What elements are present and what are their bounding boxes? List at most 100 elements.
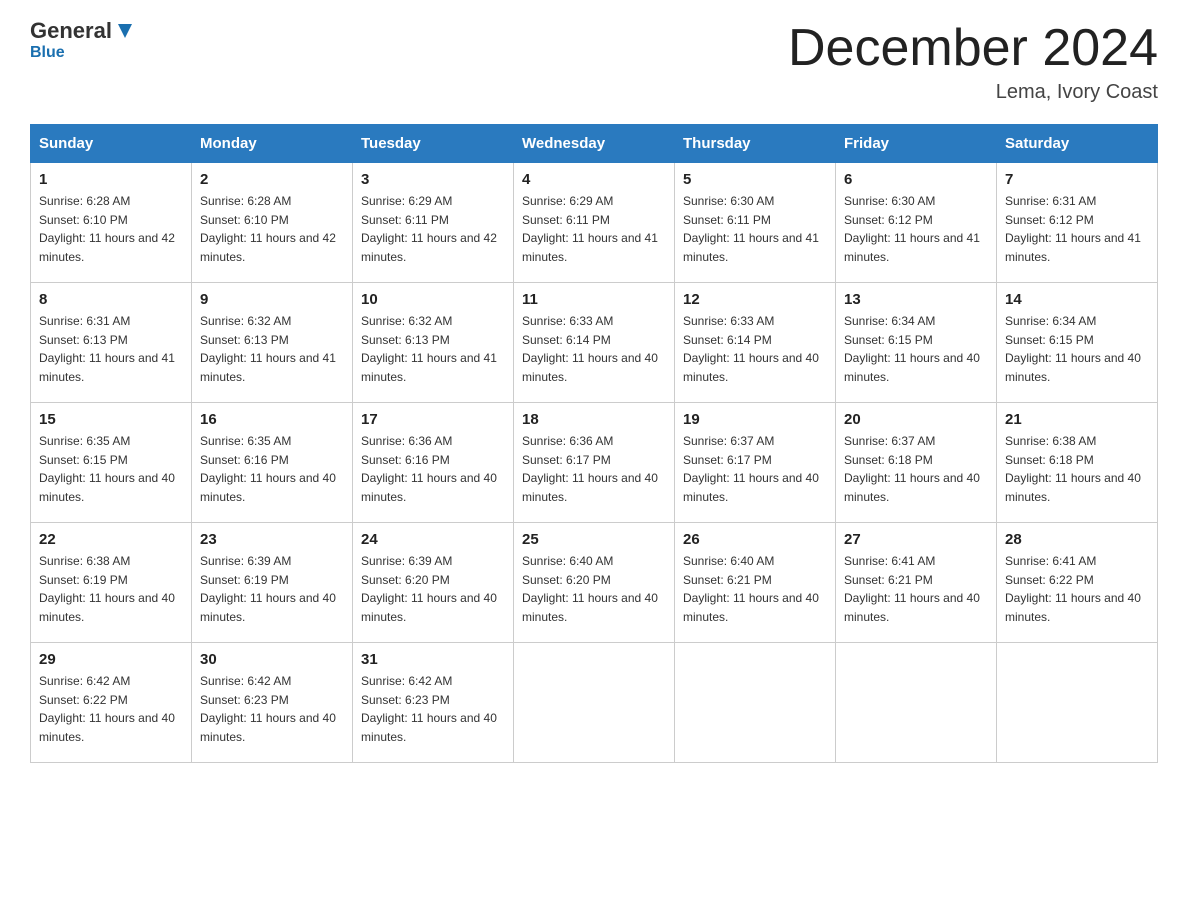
calendar-day-cell: 11 Sunrise: 6:33 AM Sunset: 6:14 PM Dayl… — [514, 283, 675, 403]
day-number: 10 — [361, 291, 505, 308]
day-number: 26 — [683, 531, 827, 548]
logo-blue: Blue — [30, 44, 65, 62]
calendar-week-row: 15 Sunrise: 6:35 AM Sunset: 6:15 PM Dayl… — [31, 403, 1158, 523]
day-info: Sunrise: 6:32 AM Sunset: 6:13 PM Dayligh… — [361, 312, 505, 386]
calendar-body: 1 Sunrise: 6:28 AM Sunset: 6:10 PM Dayli… — [31, 163, 1158, 763]
day-info: Sunrise: 6:40 AM Sunset: 6:20 PM Dayligh… — [522, 552, 666, 626]
page-header: General Blue December 2024 Lema, Ivory C… — [30, 20, 1158, 104]
day-info: Sunrise: 6:35 AM Sunset: 6:15 PM Dayligh… — [39, 432, 183, 506]
day-number: 19 — [683, 411, 827, 428]
day-number: 27 — [844, 531, 988, 548]
day-number: 24 — [361, 531, 505, 548]
calendar-day-cell: 22 Sunrise: 6:38 AM Sunset: 6:19 PM Dayl… — [31, 523, 192, 643]
calendar-week-row: 1 Sunrise: 6:28 AM Sunset: 6:10 PM Dayli… — [31, 163, 1158, 283]
day-number: 8 — [39, 291, 183, 308]
day-info: Sunrise: 6:28 AM Sunset: 6:10 PM Dayligh… — [200, 192, 344, 266]
day-info: Sunrise: 6:28 AM Sunset: 6:10 PM Dayligh… — [39, 192, 183, 266]
day-info: Sunrise: 6:42 AM Sunset: 6:23 PM Dayligh… — [200, 672, 344, 746]
day-number: 4 — [522, 171, 666, 188]
calendar-day-cell: 16 Sunrise: 6:35 AM Sunset: 6:16 PM Dayl… — [192, 403, 353, 523]
calendar-week-row: 22 Sunrise: 6:38 AM Sunset: 6:19 PM Dayl… — [31, 523, 1158, 643]
day-number: 15 — [39, 411, 183, 428]
day-number: 14 — [1005, 291, 1149, 308]
calendar-day-cell: 3 Sunrise: 6:29 AM Sunset: 6:11 PM Dayli… — [353, 163, 514, 283]
day-number: 30 — [200, 651, 344, 668]
day-info: Sunrise: 6:41 AM Sunset: 6:22 PM Dayligh… — [1005, 552, 1149, 626]
calendar-day-cell: 1 Sunrise: 6:28 AM Sunset: 6:10 PM Dayli… — [31, 163, 192, 283]
weekday-header-tuesday: Tuesday — [353, 125, 514, 163]
day-info: Sunrise: 6:32 AM Sunset: 6:13 PM Dayligh… — [200, 312, 344, 386]
calendar-week-row: 29 Sunrise: 6:42 AM Sunset: 6:22 PM Dayl… — [31, 643, 1158, 763]
day-number: 1 — [39, 171, 183, 188]
calendar-day-cell: 20 Sunrise: 6:37 AM Sunset: 6:18 PM Dayl… — [836, 403, 997, 523]
calendar-day-cell: 15 Sunrise: 6:35 AM Sunset: 6:15 PM Dayl… — [31, 403, 192, 523]
calendar-day-cell: 6 Sunrise: 6:30 AM Sunset: 6:12 PM Dayli… — [836, 163, 997, 283]
logo-general: General — [30, 20, 112, 42]
calendar-day-cell: 31 Sunrise: 6:42 AM Sunset: 6:23 PM Dayl… — [353, 643, 514, 763]
day-info: Sunrise: 6:42 AM Sunset: 6:22 PM Dayligh… — [39, 672, 183, 746]
calendar-day-cell: 21 Sunrise: 6:38 AM Sunset: 6:18 PM Dayl… — [997, 403, 1158, 523]
calendar-day-cell: 30 Sunrise: 6:42 AM Sunset: 6:23 PM Dayl… — [192, 643, 353, 763]
calendar-day-cell: 2 Sunrise: 6:28 AM Sunset: 6:10 PM Dayli… — [192, 163, 353, 283]
calendar-header: SundayMondayTuesdayWednesdayThursdayFrid… — [31, 125, 1158, 163]
day-number: 13 — [844, 291, 988, 308]
day-info: Sunrise: 6:31 AM Sunset: 6:12 PM Dayligh… — [1005, 192, 1149, 266]
day-info: Sunrise: 6:36 AM Sunset: 6:16 PM Dayligh… — [361, 432, 505, 506]
calendar-day-cell — [836, 643, 997, 763]
day-info: Sunrise: 6:33 AM Sunset: 6:14 PM Dayligh… — [683, 312, 827, 386]
day-number: 3 — [361, 171, 505, 188]
day-info: Sunrise: 6:34 AM Sunset: 6:15 PM Dayligh… — [1005, 312, 1149, 386]
calendar-day-cell: 29 Sunrise: 6:42 AM Sunset: 6:22 PM Dayl… — [31, 643, 192, 763]
day-number: 5 — [683, 171, 827, 188]
weekday-header-wednesday: Wednesday — [514, 125, 675, 163]
calendar-day-cell: 4 Sunrise: 6:29 AM Sunset: 6:11 PM Dayli… — [514, 163, 675, 283]
calendar-day-cell: 7 Sunrise: 6:31 AM Sunset: 6:12 PM Dayli… — [997, 163, 1158, 283]
calendar-day-cell: 12 Sunrise: 6:33 AM Sunset: 6:14 PM Dayl… — [675, 283, 836, 403]
calendar-day-cell: 13 Sunrise: 6:34 AM Sunset: 6:15 PM Dayl… — [836, 283, 997, 403]
calendar-day-cell — [997, 643, 1158, 763]
calendar-day-cell: 17 Sunrise: 6:36 AM Sunset: 6:16 PM Dayl… — [353, 403, 514, 523]
weekday-header-friday: Friday — [836, 125, 997, 163]
weekday-header-saturday: Saturday — [997, 125, 1158, 163]
day-info: Sunrise: 6:30 AM Sunset: 6:11 PM Dayligh… — [683, 192, 827, 266]
calendar-day-cell: 28 Sunrise: 6:41 AM Sunset: 6:22 PM Dayl… — [997, 523, 1158, 643]
day-info: Sunrise: 6:37 AM Sunset: 6:17 PM Dayligh… — [683, 432, 827, 506]
logo: General Blue — [30, 20, 136, 62]
weekday-header-sunday: Sunday — [31, 125, 192, 163]
calendar-day-cell — [675, 643, 836, 763]
day-info: Sunrise: 6:36 AM Sunset: 6:17 PM Dayligh… — [522, 432, 666, 506]
day-number: 29 — [39, 651, 183, 668]
day-number: 2 — [200, 171, 344, 188]
day-number: 18 — [522, 411, 666, 428]
day-info: Sunrise: 6:37 AM Sunset: 6:18 PM Dayligh… — [844, 432, 988, 506]
day-info: Sunrise: 6:31 AM Sunset: 6:13 PM Dayligh… — [39, 312, 183, 386]
calendar-day-cell: 5 Sunrise: 6:30 AM Sunset: 6:11 PM Dayli… — [675, 163, 836, 283]
calendar-day-cell: 9 Sunrise: 6:32 AM Sunset: 6:13 PM Dayli… — [192, 283, 353, 403]
location-subtitle: Lema, Ivory Coast — [788, 81, 1158, 104]
calendar-day-cell: 19 Sunrise: 6:37 AM Sunset: 6:17 PM Dayl… — [675, 403, 836, 523]
calendar-day-cell: 27 Sunrise: 6:41 AM Sunset: 6:21 PM Dayl… — [836, 523, 997, 643]
day-number: 16 — [200, 411, 344, 428]
day-info: Sunrise: 6:29 AM Sunset: 6:11 PM Dayligh… — [522, 192, 666, 266]
day-info: Sunrise: 6:38 AM Sunset: 6:19 PM Dayligh… — [39, 552, 183, 626]
weekday-header-thursday: Thursday — [675, 125, 836, 163]
day-info: Sunrise: 6:39 AM Sunset: 6:20 PM Dayligh… — [361, 552, 505, 626]
day-info: Sunrise: 6:30 AM Sunset: 6:12 PM Dayligh… — [844, 192, 988, 266]
day-number: 7 — [1005, 171, 1149, 188]
day-info: Sunrise: 6:38 AM Sunset: 6:18 PM Dayligh… — [1005, 432, 1149, 506]
calendar-day-cell: 23 Sunrise: 6:39 AM Sunset: 6:19 PM Dayl… — [192, 523, 353, 643]
day-number: 22 — [39, 531, 183, 548]
calendar-table: SundayMondayTuesdayWednesdayThursdayFrid… — [30, 124, 1158, 763]
calendar-day-cell: 8 Sunrise: 6:31 AM Sunset: 6:13 PM Dayli… — [31, 283, 192, 403]
title-area: December 2024 Lema, Ivory Coast — [788, 20, 1158, 104]
day-number: 28 — [1005, 531, 1149, 548]
day-info: Sunrise: 6:35 AM Sunset: 6:16 PM Dayligh… — [200, 432, 344, 506]
day-number: 23 — [200, 531, 344, 548]
day-number: 25 — [522, 531, 666, 548]
day-info: Sunrise: 6:34 AM Sunset: 6:15 PM Dayligh… — [844, 312, 988, 386]
calendar-day-cell: 14 Sunrise: 6:34 AM Sunset: 6:15 PM Dayl… — [997, 283, 1158, 403]
calendar-week-row: 8 Sunrise: 6:31 AM Sunset: 6:13 PM Dayli… — [31, 283, 1158, 403]
day-info: Sunrise: 6:33 AM Sunset: 6:14 PM Dayligh… — [522, 312, 666, 386]
day-number: 12 — [683, 291, 827, 308]
calendar-day-cell: 24 Sunrise: 6:39 AM Sunset: 6:20 PM Dayl… — [353, 523, 514, 643]
